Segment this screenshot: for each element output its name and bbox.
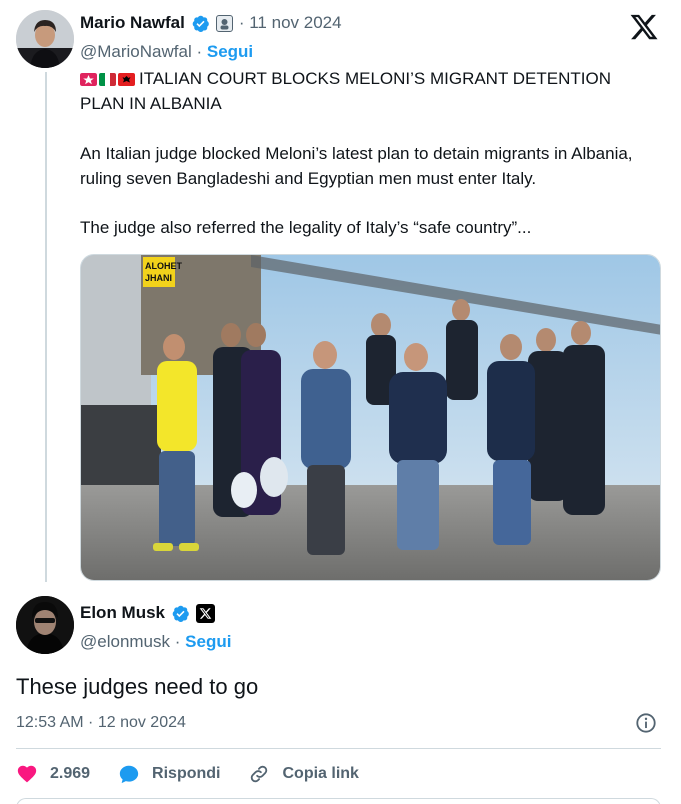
- like-count: 2.969: [50, 765, 91, 782]
- italy-flag-icon: [99, 73, 116, 86]
- thread-line: [45, 72, 47, 582]
- x-affiliation-icon: [196, 603, 216, 623]
- reply-label: Rispondi: [152, 765, 221, 782]
- verified-badge-icon: [172, 605, 189, 622]
- separator: ·: [196, 42, 203, 61]
- tweet-headline-line: ITALIAN COURT BLOCKS MELONI’S MIGRANT DE…: [80, 66, 660, 116]
- next-card-edge: [16, 798, 661, 804]
- image-sign-text-1: ALOHET: [145, 261, 183, 271]
- police-light-icon: [80, 73, 97, 86]
- copy-link-button[interactable]: Copia link: [248, 763, 359, 785]
- tweet-image[interactable]: ALOHET JHANI: [80, 254, 661, 581]
- photo-police-escort: ALOHET JHANI: [81, 255, 660, 580]
- author-name[interactable]: Mario Nawfal: [80, 13, 185, 33]
- tweet-paragraph-2: The judge also referred the legality of …: [80, 218, 532, 237]
- avatar[interactable]: [16, 596, 74, 654]
- reply-bubble-icon: [119, 765, 139, 784]
- author-handle[interactable]: @elonmusk: [80, 632, 170, 651]
- info-icon[interactable]: [635, 712, 657, 734]
- tweet-date[interactable]: · 11 nov 2024: [239, 13, 342, 33]
- tweet-timestamp[interactable]: 12:53 AM · 12 nov 2024: [16, 714, 186, 732]
- author-handle[interactable]: @MarioNawfal: [80, 42, 192, 61]
- tweet-text: These judges need to go: [16, 674, 259, 699]
- follow-button[interactable]: Segui: [185, 632, 231, 651]
- follow-button[interactable]: Segui: [207, 42, 253, 61]
- image-sign-text-2: JHANI: [145, 273, 172, 283]
- avatar-image: [16, 596, 74, 654]
- avatar[interactable]: [16, 10, 74, 68]
- x-logo-icon[interactable]: [629, 12, 659, 42]
- albania-flag-icon: [118, 73, 135, 86]
- action-bar: 2.969 Rispondi Copia link: [16, 763, 387, 785]
- divider: [16, 748, 661, 749]
- heart-icon: [17, 765, 37, 783]
- separator: ·: [174, 632, 181, 651]
- reply-button[interactable]: Rispondi: [118, 763, 220, 785]
- link-icon: [251, 765, 268, 783]
- affiliate-badge-icon: [215, 14, 233, 32]
- avatar-image: [16, 10, 74, 68]
- like-button[interactable]: 2.969: [16, 763, 90, 785]
- copy-link-label: Copia link: [282, 765, 359, 782]
- tweet-paragraph-1: An Italian judge blocked Meloni’s latest…: [80, 144, 633, 188]
- verified-badge-icon: [192, 15, 209, 32]
- tweet-headline: ITALIAN COURT BLOCKS MELONI’S MIGRANT DE…: [80, 69, 611, 113]
- author-name[interactable]: Elon Musk: [80, 603, 165, 623]
